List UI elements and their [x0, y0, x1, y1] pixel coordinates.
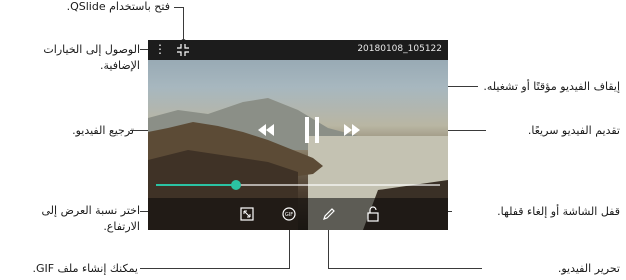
callout-lock: قفل الشاشة أو إلغاء قفلها. — [497, 205, 620, 218]
qslide-icon[interactable] — [176, 43, 190, 57]
video-player[interactable]: ⋮ 20180108_105122 GIF — [148, 40, 448, 230]
video-top-bar: ⋮ 20180108_105122 — [148, 40, 448, 60]
svg-text:GIF: GIF — [285, 212, 293, 218]
callout-gif: يمكنك إنشاء ملف GIF. — [32, 262, 138, 275]
progress-bar[interactable] — [156, 180, 440, 190]
video-filename: 20180108_105122 — [357, 44, 442, 54]
callout-fast-forward: تقديم الفيديو سريعًا. — [527, 124, 620, 137]
callout-qslide: فتح باستخدام QSlide. — [66, 0, 170, 13]
rewind-icon[interactable] — [258, 124, 274, 136]
lock-icon[interactable] — [366, 206, 380, 222]
callout-more-options-line2: الإضافية. — [100, 59, 140, 72]
progress-fill — [156, 184, 236, 186]
gif-icon[interactable]: GIF — [282, 207, 296, 221]
fast-forward-icon[interactable] — [344, 124, 360, 136]
more-options-icon[interactable]: ⋮ — [154, 42, 166, 56]
leader-edit-h — [328, 268, 482, 269]
leader-gif-h — [140, 268, 290, 269]
callout-aspect-ratio-line1: اختر نسبة العرض إلى — [41, 204, 140, 217]
callout-edit: تحرير الفيديو. — [557, 262, 620, 275]
callout-more-options-line1: الوصول إلى الخيارات — [43, 43, 140, 56]
pause-icon[interactable] — [305, 117, 319, 143]
video-bottom-bar: GIF — [148, 198, 448, 230]
edit-icon[interactable] — [322, 207, 336, 221]
callout-aspect-ratio-line2: الارتفاع. — [103, 220, 140, 233]
aspect-ratio-icon[interactable] — [240, 207, 254, 221]
progress-thumb[interactable] — [230, 180, 241, 190]
callout-rewind: ترجيع الفيديو. — [72, 124, 134, 137]
callout-pause-play: إيقاف الفيديو مؤقتًا أو تشغيله. — [483, 80, 620, 93]
leader-qslide-v — [183, 7, 184, 41]
